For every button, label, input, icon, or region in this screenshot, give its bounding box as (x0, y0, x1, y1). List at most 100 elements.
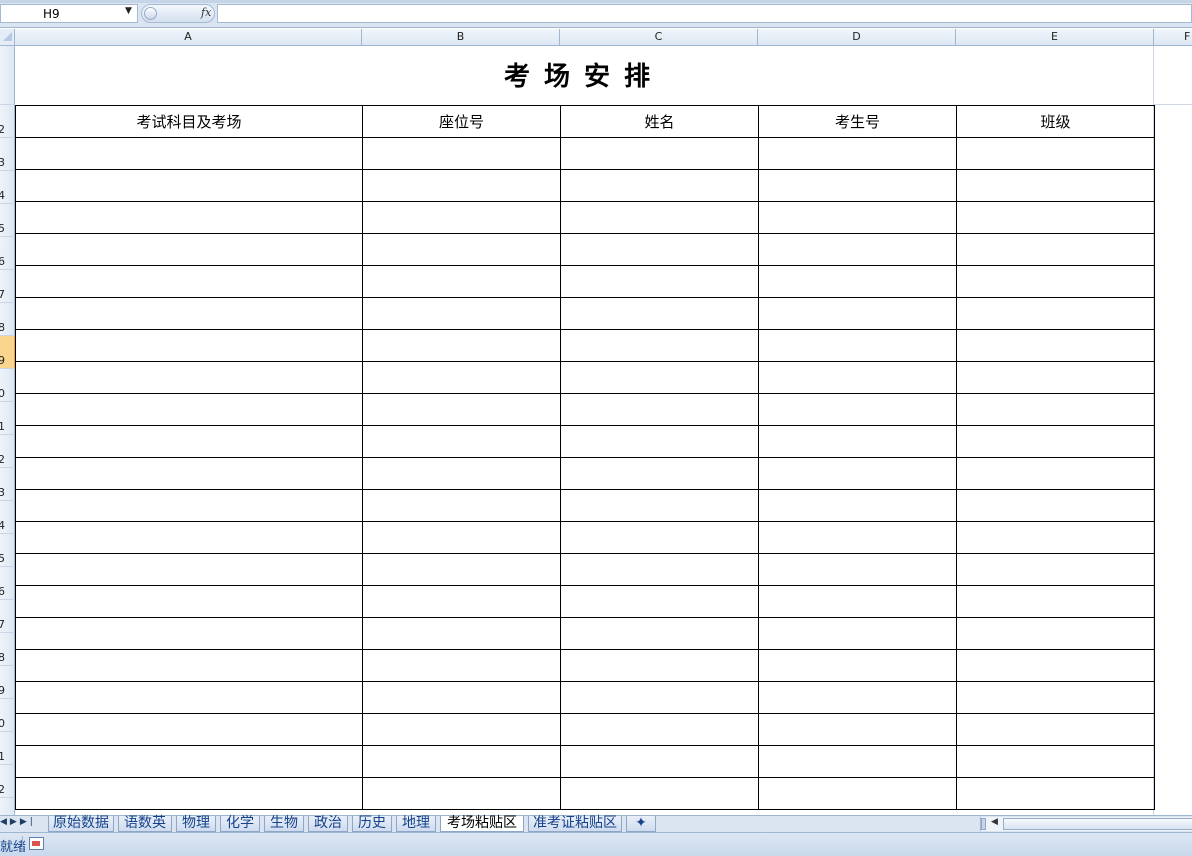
table-cell[interactable] (15, 777, 363, 810)
column-header[interactable]: B (362, 29, 560, 46)
table-cell[interactable] (560, 553, 759, 586)
header-cell-student-id[interactable]: 考生号 (758, 105, 957, 138)
table-cell[interactable] (362, 297, 561, 330)
table-cell[interactable] (758, 745, 957, 778)
table-cell[interactable] (956, 489, 1155, 522)
row-header[interactable]: 11 (0, 402, 15, 435)
row-header[interactable]: 8 (0, 303, 15, 336)
table-cell[interactable] (362, 393, 561, 426)
table-cell[interactable] (362, 585, 561, 618)
sheet-tab[interactable]: 原始数据 (48, 816, 114, 832)
column-header[interactable]: C (560, 29, 758, 46)
row-header[interactable]: 4 (0, 171, 15, 204)
table-cell[interactable] (362, 713, 561, 746)
table-cell[interactable] (15, 393, 363, 426)
table-cell[interactable] (560, 745, 759, 778)
row-header-selected[interactable]: 9 (0, 336, 15, 369)
row-header[interactable]: 16 (0, 567, 15, 600)
table-cell[interactable] (560, 681, 759, 714)
table-cell[interactable] (362, 745, 561, 778)
table-cell[interactable] (956, 265, 1155, 298)
table-cell[interactable] (560, 393, 759, 426)
table-cell[interactable] (956, 585, 1155, 618)
table-cell[interactable] (758, 201, 957, 234)
table-cell[interactable] (560, 617, 759, 650)
table-cell[interactable] (15, 617, 363, 650)
table-cell[interactable] (15, 649, 363, 682)
table-cell[interactable] (362, 233, 561, 266)
table-cell[interactable] (362, 425, 561, 458)
table-cell[interactable] (15, 297, 363, 330)
table-cell[interactable] (15, 137, 363, 170)
table-cell[interactable] (560, 457, 759, 490)
table-cell[interactable] (15, 521, 363, 554)
row-header[interactable]: 17 (0, 600, 15, 633)
table-cell[interactable] (956, 457, 1155, 490)
sheet-title[interactable]: 考场安排 (15, 46, 1153, 105)
sheet-tab[interactable]: 历史 (352, 816, 392, 832)
name-box[interactable]: H9 ▼ (0, 4, 138, 23)
table-cell[interactable] (758, 425, 957, 458)
row-header[interactable]: 13 (0, 468, 15, 501)
table-cell[interactable] (15, 489, 363, 522)
table-cell[interactable] (956, 201, 1155, 234)
row-header[interactable]: 12 (0, 435, 15, 468)
column-header[interactable]: D (758, 29, 956, 46)
table-cell[interactable] (956, 681, 1155, 714)
table-cell[interactable] (560, 489, 759, 522)
header-cell-class[interactable]: 班级 (956, 105, 1155, 138)
table-cell[interactable] (758, 713, 957, 746)
table-cell[interactable] (362, 201, 561, 234)
table-cell[interactable] (15, 329, 363, 362)
table-cell[interactable] (758, 297, 957, 330)
table-cell[interactable] (15, 681, 363, 714)
table-cell[interactable] (758, 457, 957, 490)
scroll-left-icon[interactable]: ◀ (991, 817, 998, 827)
sheet-tab-active[interactable]: 考场粘贴区 (440, 816, 524, 832)
table-cell[interactable] (560, 233, 759, 266)
row-header[interactable]: 7 (0, 270, 15, 303)
tab-navigation-arrows-icon[interactable]: ◀▶▶| (0, 817, 36, 827)
table-cell[interactable] (362, 649, 561, 682)
chevron-down-icon[interactable]: ▼ (125, 6, 132, 16)
table-cell[interactable] (560, 329, 759, 362)
row-header[interactable]: 22 (0, 765, 15, 798)
tab-split-handle[interactable] (981, 818, 986, 830)
table-cell[interactable] (758, 233, 957, 266)
table-cell[interactable] (362, 681, 561, 714)
table-cell[interactable] (560, 713, 759, 746)
table-cell[interactable] (758, 585, 957, 618)
row-header[interactable] (0, 798, 15, 816)
table-cell[interactable] (362, 777, 561, 810)
table-cell[interactable] (560, 361, 759, 394)
table-cell[interactable] (362, 617, 561, 650)
expand-handle-icon[interactable] (144, 7, 157, 20)
sheet-tab[interactable]: 物理 (176, 816, 216, 832)
table-cell[interactable] (956, 521, 1155, 554)
column-header[interactable]: A (15, 29, 362, 46)
table-cell[interactable] (15, 745, 363, 778)
row-header[interactable]: 21 (0, 732, 15, 765)
table-cell[interactable] (956, 425, 1155, 458)
row-header[interactable]: 19 (0, 666, 15, 699)
row-header[interactable]: 18 (0, 633, 15, 666)
table-cell[interactable] (560, 521, 759, 554)
sheet-tab[interactable]: 地理 (396, 816, 436, 832)
table-cell[interactable] (15, 713, 363, 746)
table-cell[interactable] (758, 681, 957, 714)
table-cell[interactable] (956, 329, 1155, 362)
table-cell[interactable] (560, 649, 759, 682)
row-header[interactable]: 5 (0, 204, 15, 237)
sheet-tab[interactable]: 化学 (220, 816, 260, 832)
table-cell[interactable] (560, 425, 759, 458)
row-header[interactable]: 20 (0, 699, 15, 732)
table-cell[interactable] (362, 489, 561, 522)
row-header[interactable]: 14 (0, 501, 15, 534)
table-cell[interactable] (758, 521, 957, 554)
table-cell[interactable] (758, 777, 957, 810)
table-cell[interactable] (560, 265, 759, 298)
table-cell[interactable] (362, 521, 561, 554)
table-cell[interactable] (758, 489, 957, 522)
table-cell[interactable] (758, 553, 957, 586)
table-cell[interactable] (956, 297, 1155, 330)
